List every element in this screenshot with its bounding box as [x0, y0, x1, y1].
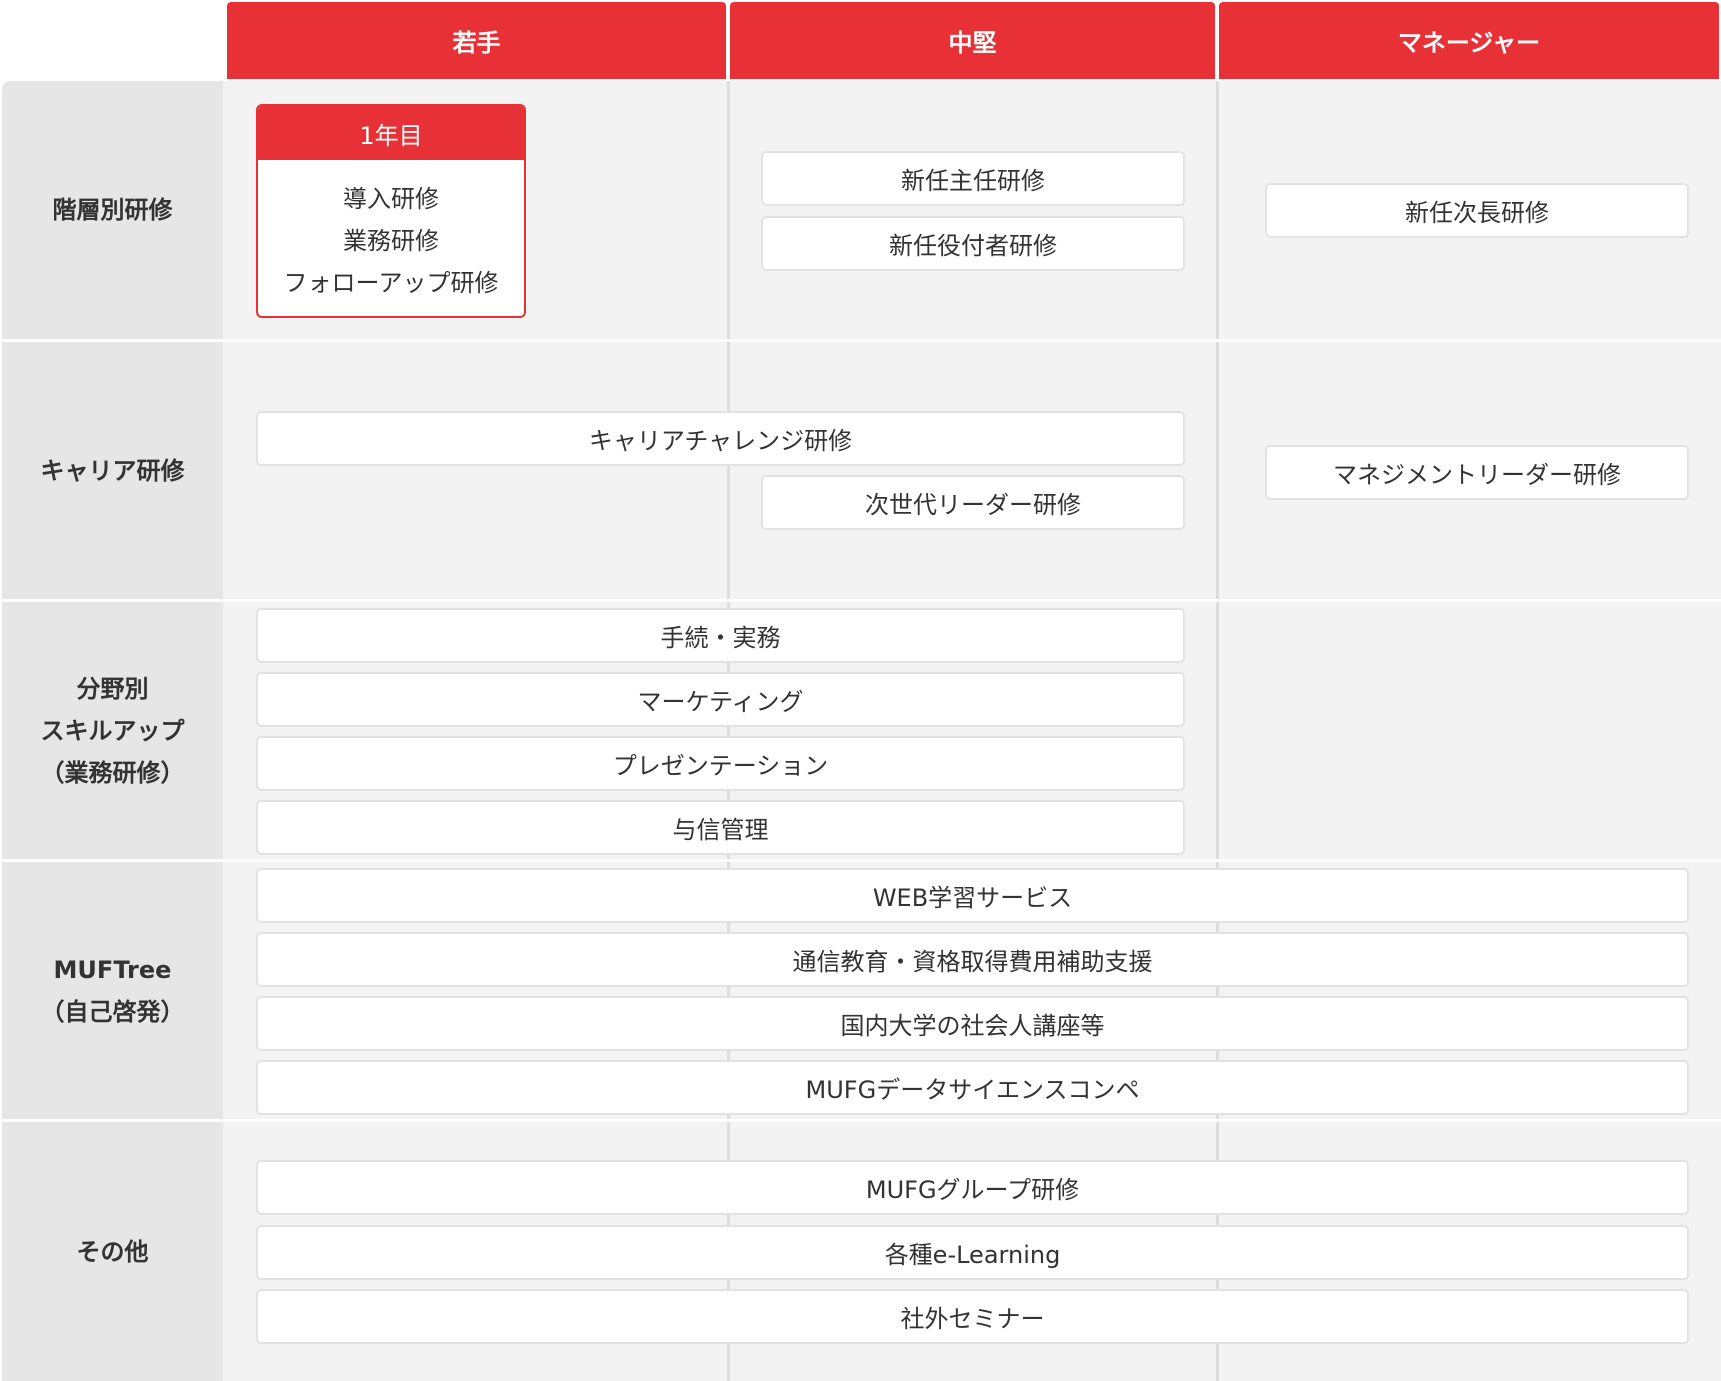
row-divider-4 — [0, 1119, 1721, 1122]
row-label-text: キャリア研修 — [40, 456, 185, 485]
column-header-mid: 中堅 — [730, 2, 1215, 79]
row-label-text: （自己啓発） — [40, 997, 185, 1026]
row-label-skillup: 分野別 スキルアップ （業務研修） — [2, 602, 223, 859]
program-box: プレゼンテーション — [256, 736, 1185, 791]
program-box: 手続・実務 — [256, 608, 1185, 663]
row-label-other: その他 — [2, 1122, 223, 1381]
row-divider-2 — [0, 599, 1721, 602]
row-divider-3 — [0, 859, 1721, 862]
program-box: 新任役付者研修 — [761, 216, 1185, 271]
first-year-items: 導入研修 業務研修 フォローアップ研修 — [258, 160, 524, 304]
first-year-card: 1年目 導入研修 業務研修 フォローアップ研修 — [256, 104, 526, 318]
program-box: マーケティング — [256, 672, 1185, 727]
program-box: 与信管理 — [256, 800, 1185, 855]
row-label-text: 分野別 — [76, 674, 149, 703]
program-box: 社外セミナー — [256, 1289, 1689, 1344]
program-box: 国内大学の社会人講座等 — [256, 996, 1689, 1051]
program-box: MUFGデータサイエンスコンペ — [256, 1060, 1689, 1115]
first-year-title: 1年目 — [258, 106, 524, 160]
row-label-text: スキルアップ — [40, 716, 185, 745]
program-box: 新任次長研修 — [1265, 183, 1689, 238]
first-year-item: 業務研修 — [343, 227, 439, 255]
row-label-text: 階層別研修 — [52, 196, 173, 224]
row-divider-1 — [0, 339, 1721, 342]
row-label-kaisobetsu: 階層別研修 — [2, 81, 223, 339]
program-box: キャリアチャレンジ研修 — [256, 411, 1185, 466]
first-year-item: フォローアップ研修 — [283, 269, 499, 297]
program-box: WEB学習サービス — [256, 868, 1689, 923]
program-box: 次世代リーダー研修 — [761, 475, 1185, 530]
column-header-manager: マネージャー — [1219, 2, 1719, 79]
row-label-text: MUFTree — [53, 955, 172, 984]
row-label-text: その他 — [76, 1237, 149, 1266]
program-box: 新任主任研修 — [761, 151, 1185, 206]
program-box: MUFGグループ研修 — [256, 1160, 1689, 1215]
program-box: マネジメントリーダー研修 — [1265, 445, 1689, 500]
program-box: 通信教育・資格取得費用補助支援 — [256, 932, 1689, 987]
column-header-young: 若手 — [227, 2, 726, 79]
row-label-muftree: MUFTree （自己啓発） — [2, 862, 223, 1119]
first-year-item: 導入研修 — [343, 185, 439, 213]
program-box: 各種e-Learning — [256, 1225, 1689, 1280]
row-label-text: （業務研修） — [40, 758, 185, 787]
row-label-career: キャリア研修 — [2, 342, 223, 599]
